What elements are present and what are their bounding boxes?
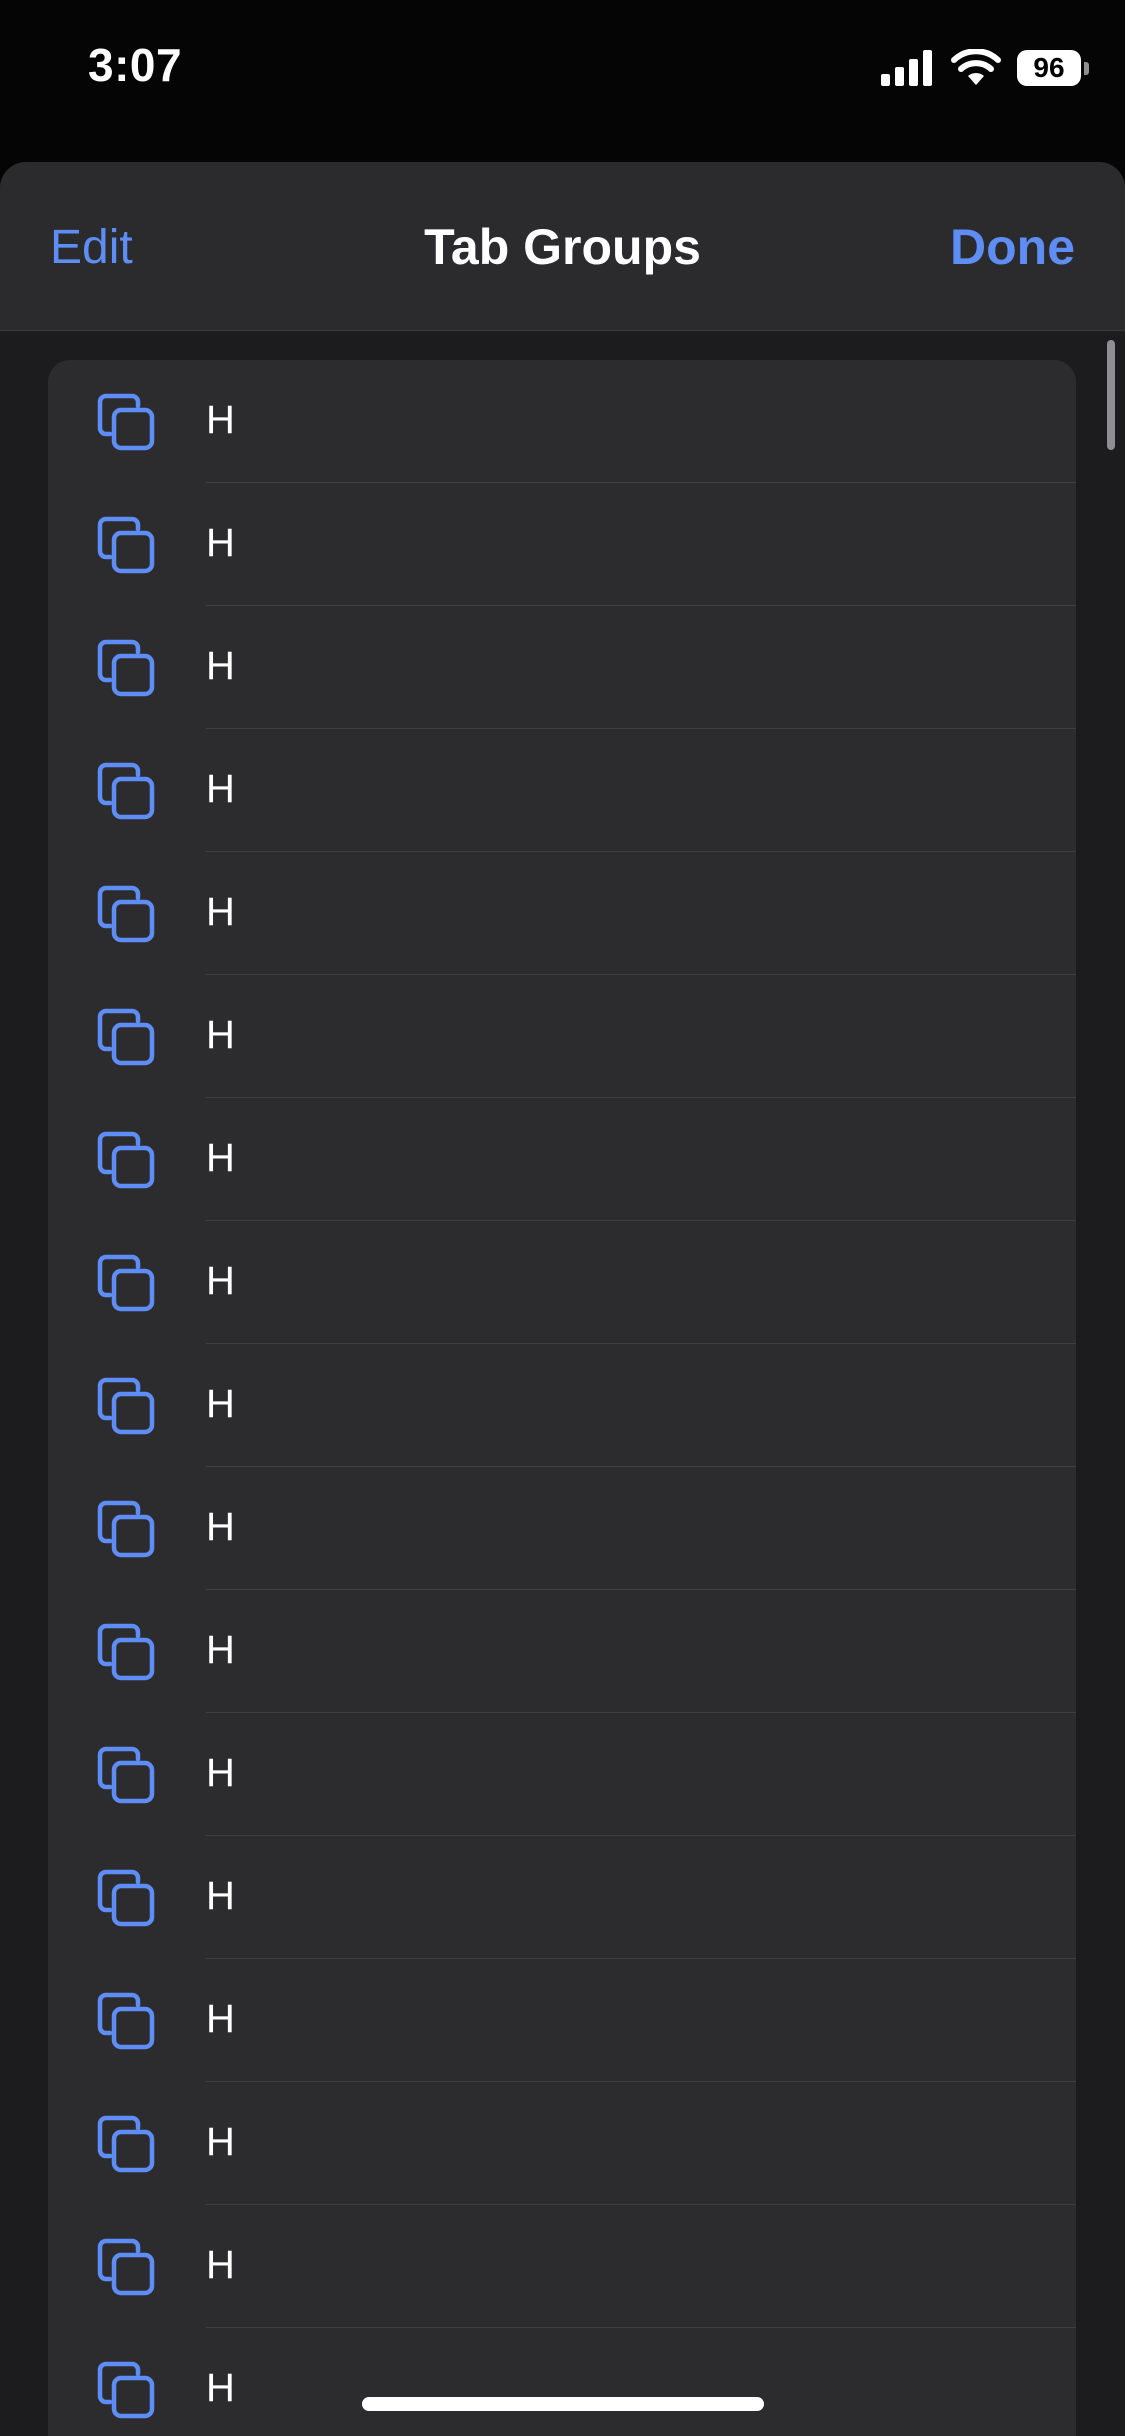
list-item[interactable]: H bbox=[48, 2082, 1076, 2205]
list-item[interactable]: H bbox=[48, 1713, 1076, 1836]
tab-group-icon bbox=[97, 1131, 155, 1189]
list-item-label: H bbox=[206, 1013, 235, 1057]
tab-group-icon bbox=[97, 1377, 155, 1435]
tab-groups-sheet: Edit Tab Groups Done H H H H H H H H H H H H H H H H H bbox=[0, 162, 1125, 2436]
tab-group-icon bbox=[97, 1992, 155, 2050]
done-button[interactable]: Done bbox=[950, 218, 1075, 276]
list-item[interactable]: H bbox=[48, 360, 1076, 483]
list-item-label: H bbox=[206, 1505, 235, 1549]
tab-group-icon bbox=[97, 1254, 155, 1312]
list-item[interactable]: H bbox=[48, 1221, 1076, 1344]
tab-group-icon bbox=[97, 2361, 155, 2419]
list-item-label: H bbox=[206, 2366, 235, 2410]
wifi-icon bbox=[951, 49, 1001, 85]
list-item[interactable]: H bbox=[48, 2205, 1076, 2328]
battery-level: 96 bbox=[1017, 50, 1081, 86]
tab-group-icon bbox=[97, 1746, 155, 1804]
list-item[interactable]: H bbox=[48, 975, 1076, 1098]
list-item-label: H bbox=[206, 1997, 235, 2041]
list-item[interactable]: H bbox=[48, 1344, 1076, 1467]
list-item-label: H bbox=[206, 2120, 235, 2164]
home-indicator[interactable] bbox=[362, 2397, 764, 2411]
list-item-label: H bbox=[206, 2243, 235, 2287]
list-item[interactable]: H bbox=[48, 1836, 1076, 1959]
tab-group-icon bbox=[97, 2115, 155, 2173]
list-item[interactable]: H bbox=[48, 852, 1076, 975]
tab-group-icon bbox=[97, 885, 155, 943]
list-item-label: H bbox=[206, 644, 235, 688]
battery-icon: 96 bbox=[1017, 50, 1089, 86]
list-item[interactable]: H bbox=[48, 483, 1076, 606]
list-item[interactable]: H bbox=[48, 1467, 1076, 1590]
list-item-label: H bbox=[206, 1382, 235, 1426]
list-item[interactable]: H bbox=[48, 1959, 1076, 2082]
list-item-label: H bbox=[206, 1259, 235, 1303]
tab-group-icon bbox=[97, 516, 155, 574]
tab-group-icon bbox=[97, 2238, 155, 2296]
list-item-label: H bbox=[206, 1874, 235, 1918]
tab-group-icon bbox=[97, 639, 155, 697]
tab-group-icon bbox=[97, 1623, 155, 1681]
status-time: 3:07 bbox=[88, 39, 183, 91]
tab-group-icon bbox=[97, 1869, 155, 1927]
list-item[interactable]: H bbox=[48, 606, 1076, 729]
list-item-label: H bbox=[206, 1751, 235, 1795]
list-item-label: H bbox=[206, 398, 235, 442]
list-item-label: H bbox=[206, 767, 235, 811]
tab-group-icon bbox=[97, 393, 155, 451]
list-item-label: H bbox=[206, 890, 235, 934]
scrollbar[interactable] bbox=[1107, 340, 1115, 450]
list-item-label: H bbox=[206, 521, 235, 565]
nav-bar: Edit Tab Groups Done bbox=[0, 162, 1125, 331]
list-item[interactable]: H bbox=[48, 729, 1076, 852]
tab-group-icon bbox=[97, 762, 155, 820]
list-item[interactable]: H bbox=[48, 2328, 1076, 2436]
list-item[interactable]: H bbox=[48, 1098, 1076, 1221]
list-item[interactable]: H bbox=[48, 1590, 1076, 1713]
status-bar: 3:07 96 bbox=[0, 0, 1125, 150]
list-item-label: H bbox=[206, 1136, 235, 1180]
status-icons: 96 bbox=[881, 46, 1089, 90]
tab-group-icon bbox=[97, 1008, 155, 1066]
tab-group-icon bbox=[97, 1500, 155, 1558]
list-item-label: H bbox=[206, 1628, 235, 1672]
tab-group-list: H H H H H H H H H H H H H H H H H bbox=[48, 360, 1076, 2436]
signal-icon bbox=[881, 50, 932, 86]
